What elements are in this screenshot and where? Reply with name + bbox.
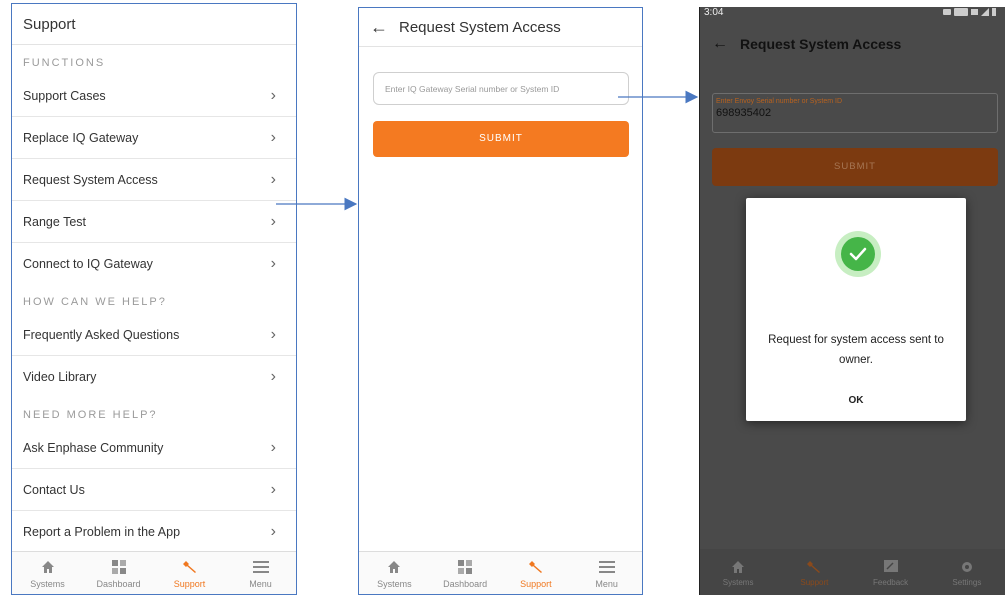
- tab-label: Feedback: [873, 577, 909, 587]
- menu-label: Report a Problem in the App: [23, 524, 181, 539]
- serial-input[interactable]: Enter Envoy Serial number or System ID 6…: [712, 93, 998, 133]
- dialog-message: Request for system access sent to owner.: [768, 334, 944, 366]
- section-more-help: NEED MORE HELP?: [23, 409, 158, 421]
- chevron-right-icon: ›: [270, 254, 276, 272]
- tab-label: Menu: [249, 578, 272, 589]
- wrench-icon: [182, 558, 197, 576]
- chevron-right-icon: ›: [270, 480, 276, 498]
- header: ← Request System Access: [700, 21, 1005, 67]
- submit-button[interactable]: SUBMIT: [712, 148, 998, 186]
- tab-label: Support: [520, 578, 552, 589]
- tab-support[interactable]: Support: [501, 552, 572, 594]
- menu-icon: [252, 558, 269, 576]
- tab-label: Menu: [595, 578, 618, 589]
- submit-button[interactable]: SUBMIT: [373, 121, 629, 157]
- tab-menu[interactable]: Menu: [225, 552, 296, 594]
- section-help: HOW CAN WE HELP?: [23, 296, 167, 308]
- bottom-tab-bar: Systems Dashboard Support Menu: [359, 551, 642, 594]
- home-icon: [387, 558, 401, 576]
- tab-label: Dashboard: [96, 578, 141, 589]
- chevron-right-icon: ›: [270, 212, 276, 230]
- header: ← Request System Access: [359, 8, 642, 47]
- status-bar: 3:04: [700, 7, 1005, 21]
- ok-button[interactable]: OK: [746, 395, 966, 406]
- tab-label: Dashboard: [443, 578, 488, 589]
- tab-label: Settings: [952, 577, 982, 587]
- menu-video-library[interactable]: Video Library ›: [12, 356, 296, 397]
- tab-support[interactable]: Support: [776, 549, 852, 595]
- menu-request-system-access[interactable]: Request System Access ›: [12, 159, 296, 201]
- serial-input[interactable]: Enter IQ Gateway Serial number or System…: [373, 72, 629, 105]
- dashboard-icon: [111, 558, 127, 576]
- status-time: 3:04: [704, 7, 724, 18]
- menu-icon: [598, 558, 615, 576]
- tab-label: Support: [173, 578, 206, 589]
- menu-label: Request System Access: [23, 172, 158, 187]
- bottom-tab-bar: Systems Support Feedback Settings: [700, 549, 1005, 595]
- field-value: 698935402: [716, 107, 772, 119]
- menu-replace-gateway[interactable]: Replace IQ Gateway ›: [12, 117, 296, 159]
- chevron-right-icon: ›: [270, 170, 276, 188]
- support-screen: Support FUNCTIONS Support Cases › Replace…: [11, 3, 297, 595]
- tab-dashboard[interactable]: Dashboard: [83, 552, 154, 594]
- menu-label: Range Test: [23, 214, 87, 229]
- tab-menu[interactable]: Menu: [571, 552, 642, 594]
- menu-label: Replace IQ Gateway: [23, 130, 139, 145]
- tab-label: Systems: [377, 578, 412, 589]
- tab-systems[interactable]: Systems: [700, 549, 776, 595]
- bottom-tab-bar: Systems Dashboard Support Menu: [12, 551, 296, 594]
- back-arrow-icon[interactable]: ←: [359, 17, 399, 38]
- success-dialog: Request for system access sent to owner.…: [746, 198, 966, 421]
- request-access-screen: ← Request System Access Enter IQ Gateway…: [358, 7, 643, 595]
- chevron-right-icon: ›: [270, 325, 276, 343]
- menu-label: Connect to IQ Gateway: [23, 256, 153, 271]
- chevron-right-icon: ›: [270, 367, 276, 385]
- tab-label: Systems: [30, 578, 65, 589]
- menu-label: Frequently Asked Questions: [23, 327, 180, 342]
- request-access-success-screen: 3:04 ← Request System Access Enter Envoy…: [699, 7, 1005, 595]
- menu-label: Contact Us: [23, 482, 85, 497]
- success-check-icon: [835, 231, 881, 277]
- tab-dashboard[interactable]: Dashboard: [430, 552, 501, 594]
- chevron-right-icon: ›: [270, 438, 276, 456]
- chevron-right-icon: ›: [270, 522, 276, 540]
- chevron-right-icon: ›: [270, 86, 276, 104]
- wrench-icon: [528, 558, 543, 576]
- tab-support[interactable]: Support: [154, 552, 225, 594]
- menu-label: Video Library: [23, 369, 97, 384]
- gear-icon: [960, 558, 974, 576]
- wrench-icon: [807, 558, 821, 576]
- menu-contact-us[interactable]: Contact Us ›: [12, 469, 296, 511]
- tab-systems[interactable]: Systems: [359, 552, 430, 594]
- menu-range-test[interactable]: Range Test ›: [12, 201, 296, 243]
- dashboard-icon: [457, 558, 473, 576]
- tab-feedback[interactable]: Feedback: [853, 549, 929, 595]
- menu-support-cases[interactable]: Support Cases ›: [12, 75, 296, 117]
- home-icon: [731, 558, 745, 576]
- home-icon: [41, 558, 55, 576]
- page-title: Request System Access: [399, 18, 561, 36]
- tab-systems[interactable]: Systems: [12, 552, 83, 594]
- tab-label: Support: [800, 577, 829, 587]
- menu-report-problem[interactable]: Report a Problem in the App ›: [12, 511, 296, 552]
- feedback-icon: [883, 558, 899, 576]
- menu-label: Ask Enphase Community: [23, 440, 164, 455]
- menu-connect-gateway[interactable]: Connect to IQ Gateway ›: [12, 243, 296, 284]
- status-icons: [943, 7, 999, 21]
- back-arrow-icon[interactable]: ←: [700, 35, 740, 53]
- menu-community[interactable]: Ask Enphase Community ›: [12, 427, 296, 469]
- tab-label: Systems: [722, 577, 754, 587]
- chevron-right-icon: ›: [270, 128, 276, 146]
- page-title: Request System Access: [740, 36, 902, 52]
- tab-settings[interactable]: Settings: [929, 549, 1005, 595]
- section-functions: FUNCTIONS: [23, 57, 106, 69]
- field-label: Enter Envoy Serial number or System ID: [716, 98, 843, 105]
- menu-faq[interactable]: Frequently Asked Questions ›: [12, 314, 296, 356]
- menu-label: Support Cases: [23, 88, 106, 103]
- page-title: Support: [12, 4, 296, 45]
